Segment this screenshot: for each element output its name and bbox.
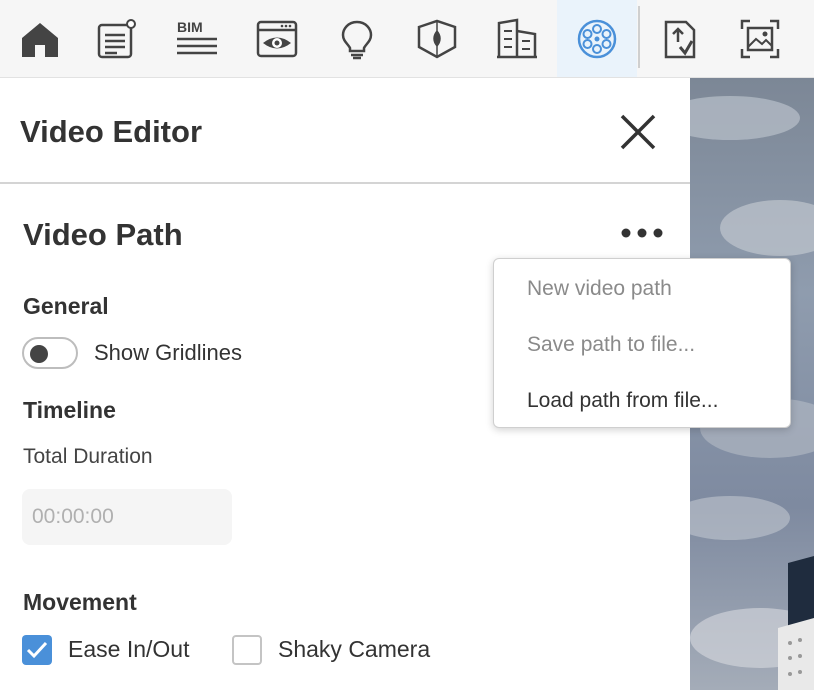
checkmark-icon [26,641,48,659]
close-button[interactable] [614,108,662,156]
buildings-icon [497,18,537,58]
toggle-knob [30,345,48,363]
bim-icon: BIM [177,19,217,54]
bim-icon-text: BIM [177,19,203,35]
panel-header: Video Editor [0,78,690,184]
menu-item-save-path[interactable]: Save path to file... [527,333,695,357]
more-horizontal-icon [621,228,663,238]
buildings-button[interactable] [477,0,557,77]
menu-item-new-video-path[interactable]: New video path [527,277,672,301]
lighting-button[interactable] [317,0,397,77]
view-icon [256,20,298,57]
landscape-button[interactable] [397,0,477,77]
notes-icon [97,18,136,58]
ease-in-out-label: Ease In/Out [68,636,190,662]
landscape-icon [417,19,457,58]
home-button[interactable] [0,0,80,77]
bim-button[interactable]: BIM [157,0,237,77]
shaky-camera-checkbox[interactable] [232,635,262,665]
general-label: General [23,293,109,319]
section-title: Video Path [23,217,183,252]
total-duration-input[interactable] [22,489,232,545]
top-toolbar: BIM [0,0,814,78]
panel-title: Video Editor [20,114,203,149]
lightbulb-icon [341,20,373,59]
video-path-options-menu: New video path Save path to file... Load… [493,258,791,428]
timeline-label: Timeline [23,397,116,423]
ease-in-out-checkbox[interactable] [22,635,52,665]
close-icon [620,114,656,150]
home-icon [22,22,58,57]
menu-item-load-path[interactable]: Load path from file... [527,389,718,413]
export-icon [664,20,696,58]
video-editor-button[interactable] [557,0,637,77]
more-options-button[interactable] [616,220,668,246]
image-icon [740,19,780,58]
total-duration-label: Total Duration [23,445,153,468]
video-reel-icon [577,19,617,58]
notes-button[interactable] [77,0,157,77]
export-button[interactable] [640,0,720,77]
image-button[interactable] [720,0,800,77]
view-button[interactable] [237,0,317,77]
show-gridlines-toggle[interactable] [22,337,78,369]
shaky-camera-label: Shaky Camera [278,636,431,662]
show-gridlines-label: Show Gridlines [94,340,242,365]
movement-label: Movement [23,589,137,615]
